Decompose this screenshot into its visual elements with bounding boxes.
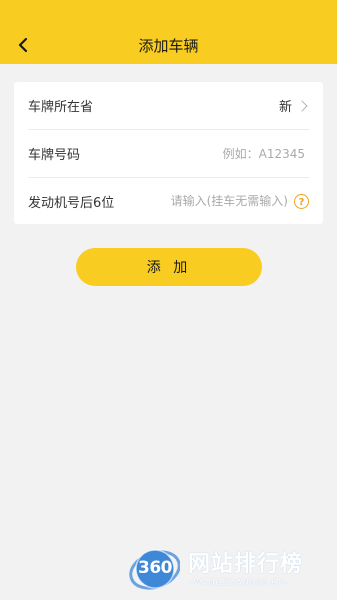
add-button[interactable]: 添 加 bbox=[76, 248, 262, 286]
province-value: 新 bbox=[278, 100, 292, 115]
top-bar: 添加车辆 bbox=[0, 0, 337, 64]
question-circle-icon[interactable]: ? bbox=[294, 193, 309, 209]
province-row[interactable]: 车牌所在省 新 bbox=[28, 82, 309, 130]
watermark-title: 网站排行榜 bbox=[188, 552, 304, 577]
page-title: 添加车辆 bbox=[138, 37, 199, 55]
vehicle-form: 车牌所在省 新 车牌号码 发动机号后6位 ? bbox=[14, 82, 323, 224]
engine-row: 发动机号后6位 ? bbox=[28, 178, 309, 224]
province-selector[interactable]: 新 bbox=[279, 96, 309, 115]
plate-row: 车牌号码 bbox=[28, 130, 309, 178]
watermark-logo-text: 360 bbox=[138, 558, 173, 578]
province-label: 车牌所在省 bbox=[28, 100, 94, 115]
plate-number-input[interactable] bbox=[155, 146, 305, 161]
chevron-right-icon bbox=[296, 99, 308, 112]
plate-label: 车牌号码 bbox=[28, 148, 81, 163]
watermark-subtitle: -WANGZHAN360.CN- bbox=[190, 578, 289, 587]
engine-label: 发动机号后6位 bbox=[28, 195, 115, 211]
engine-number-input[interactable] bbox=[158, 194, 288, 208]
watermark: 360 网站排行榜 -WANGZHAN360.CN- bbox=[128, 544, 333, 596]
